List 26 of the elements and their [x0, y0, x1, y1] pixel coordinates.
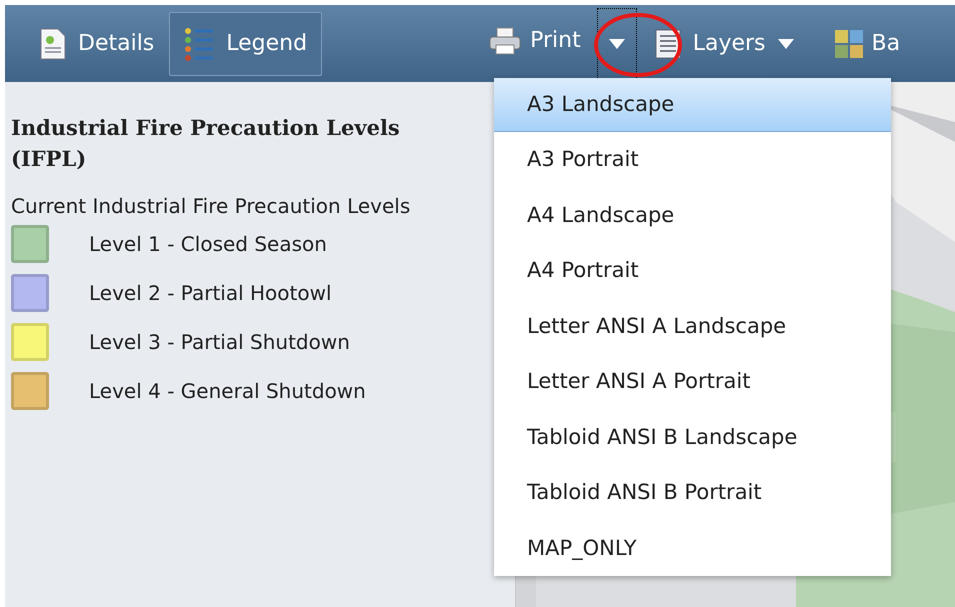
- basemap-button[interactable]: Ba: [834, 27, 900, 60]
- layers-button[interactable]: Layers: [654, 27, 794, 60]
- menu-item[interactable]: Tabloid ANSI B Portrait: [494, 465, 891, 520]
- caret-icon: [778, 38, 794, 48]
- caret-icon: [608, 38, 625, 48]
- menu-item[interactable]: Letter ANSI A Portrait: [494, 354, 891, 410]
- legend-icon: [184, 26, 214, 60]
- menu-item[interactable]: A3 Portrait: [494, 132, 891, 188]
- grid-icon: [834, 28, 864, 58]
- legend-label: Level 1 - Closed Season: [89, 231, 327, 258]
- menu-item[interactable]: Letter ANSI A Landscape: [494, 298, 891, 354]
- menu-item[interactable]: A4 Portrait: [494, 243, 891, 298]
- menu-item[interactable]: Tabloid ANSI B Landscape: [494, 410, 891, 465]
- legend-label: Level 3 - Partial Shutdown: [89, 329, 350, 356]
- menu-item[interactable]: MAP_ONLY: [494, 520, 891, 576]
- toolbar-tab[interactable]: Details: [25, 12, 170, 76]
- toolbar-tab[interactable]: Legend: [169, 12, 322, 76]
- menu-item[interactable]: A4 Landscape: [494, 188, 891, 243]
- legend-label: Level 2 - Partial Hootowl: [89, 280, 332, 307]
- menu-item[interactable]: A3 Landscape: [494, 78, 891, 132]
- document-icon: [40, 28, 66, 60]
- print-button[interactable]: Print: [488, 24, 581, 63]
- legend-label: Level 4 - General Shutdown: [89, 378, 366, 405]
- layer-name: Current Industrial Fire Precaution Levels: [11, 193, 412, 220]
- printer-icon: [488, 26, 522, 56]
- legend-title: Industrial Fire Precaution Levels (IFPL): [11, 114, 401, 173]
